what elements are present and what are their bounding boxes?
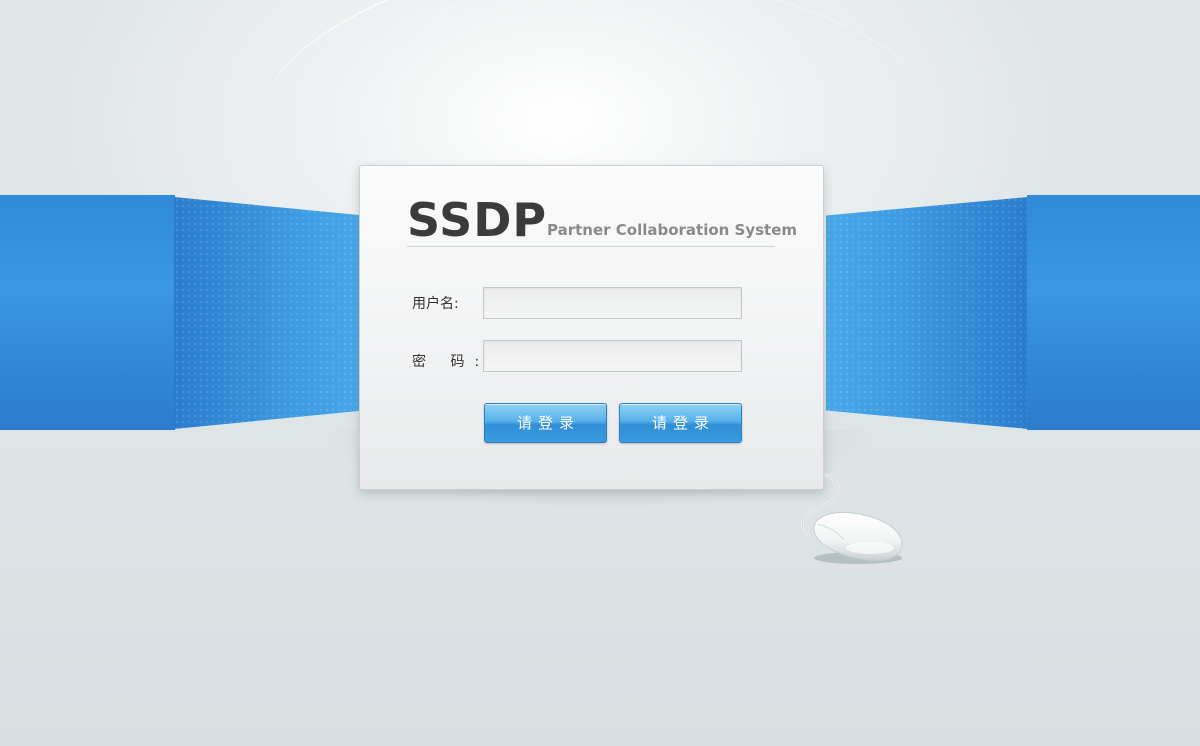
blue-band-right-inner — [826, 197, 1028, 429]
login-page: SSDP Partner Collaboration System 用户名: 密… — [0, 0, 1200, 746]
password-label: 密 码: — [412, 354, 490, 370]
brand-subtitle: Partner Collaboration System — [547, 221, 798, 239]
blue-band-left-inner — [174, 197, 364, 429]
username-label: 用户名: — [412, 296, 459, 312]
login-button-secondary[interactable]: 请登录 — [619, 403, 742, 443]
brand-title: SSDP — [407, 193, 548, 247]
brand-header: SSDP Partner Collaboration System — [407, 192, 797, 247]
login-button[interactable]: 请登录 — [484, 403, 607, 443]
blue-band-left-outer — [0, 195, 175, 430]
computer-mouse-icon — [813, 511, 903, 564]
username-input[interactable] — [483, 287, 742, 319]
blue-band-right-outer — [1027, 195, 1200, 430]
login-panel: SSDP Partner Collaboration System 用户名: 密… — [359, 165, 824, 490]
password-input[interactable] — [483, 340, 742, 372]
